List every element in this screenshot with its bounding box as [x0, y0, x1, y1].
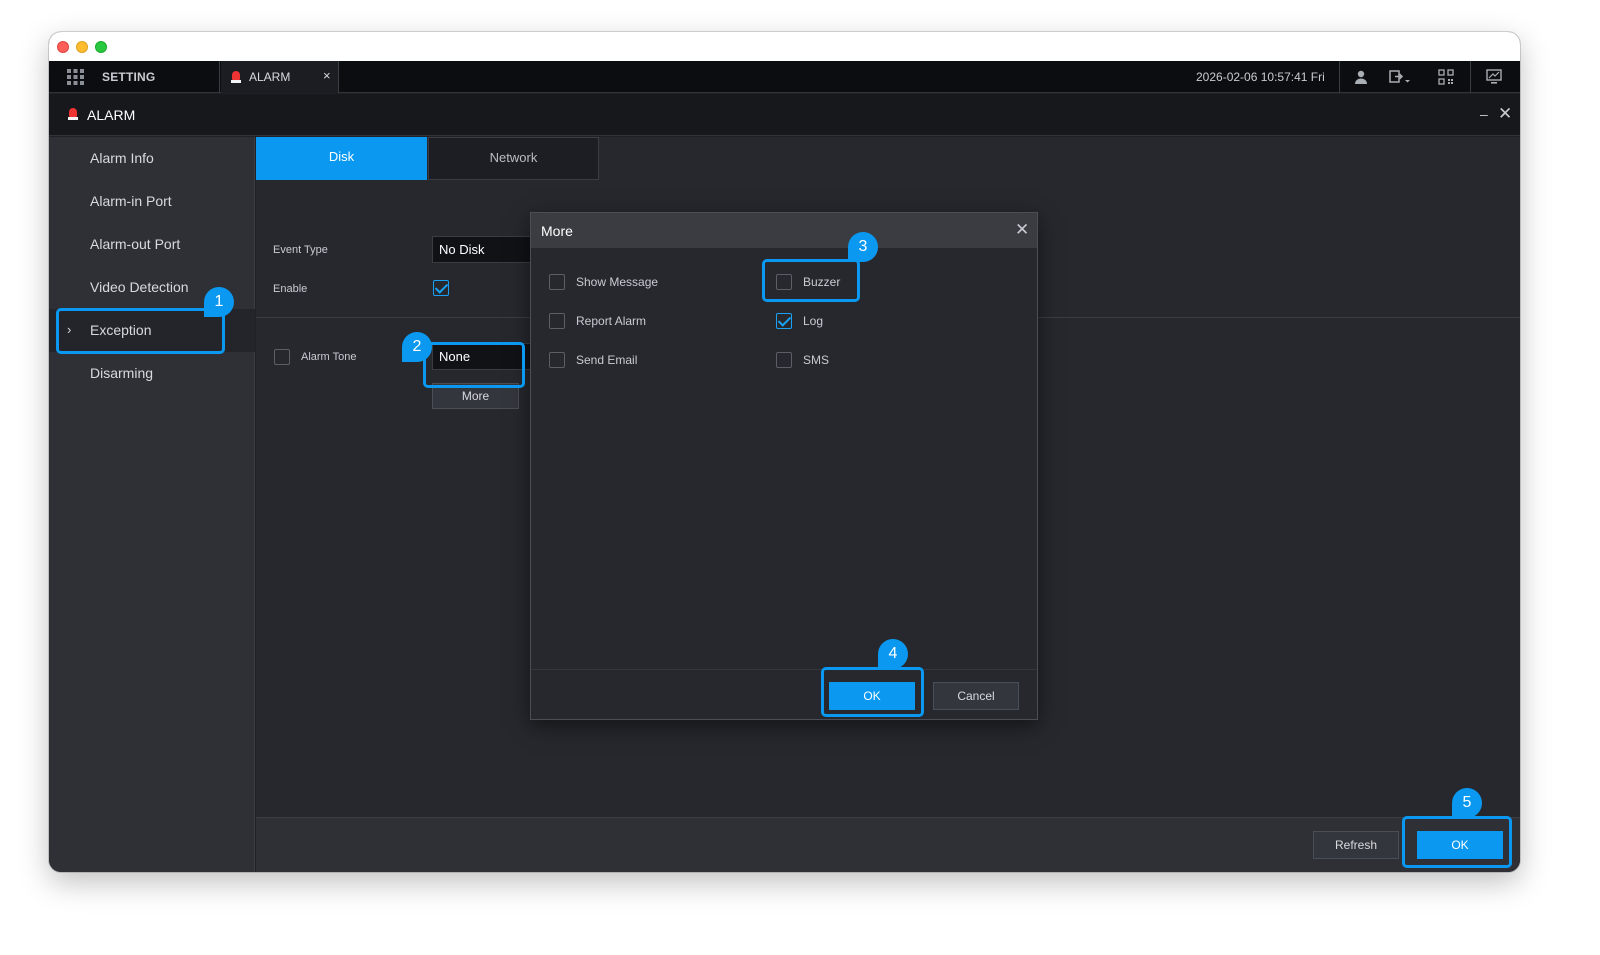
enable-checkbox[interactable] — [433, 280, 449, 296]
event-type-value: No Disk — [439, 242, 485, 257]
user-icon[interactable] — [1353, 69, 1369, 85]
divider — [1339, 61, 1340, 93]
callout-badge-3: 3 — [848, 232, 878, 262]
callout-badge-1: 1 — [204, 287, 234, 317]
highlight-dialog-ok — [821, 667, 924, 717]
close-panel-icon[interactable]: ✕ — [1498, 104, 1512, 124]
sidebar-item-label: Disarming — [90, 365, 154, 381]
alarm-siren-icon — [231, 71, 241, 83]
display-icon[interactable] — [1486, 69, 1502, 85]
sidebar-item-alarm-out-port[interactable]: Alarm-out Port — [49, 223, 255, 266]
sidebar-item-label: Alarm-in Port — [90, 193, 172, 209]
close-tab-icon[interactable]: × — [323, 68, 331, 83]
window-titlebar — [49, 32, 1520, 61]
tab-alarm[interactable]: ALARM × — [221, 61, 339, 93]
top-tab-bar: SETTING ALARM × 2026-02-06 10:57:41 Fri — [49, 61, 1520, 93]
alarm-siren-icon — [68, 108, 78, 120]
event-type-label: Event Type — [273, 244, 328, 256]
sidebar-item-disarming[interactable]: Disarming — [49, 352, 255, 395]
send-email-label: Send Email — [576, 353, 638, 367]
callout-badge-2: 2 — [402, 332, 432, 362]
sidebar-item-alarm-info[interactable]: Alarm Info — [49, 137, 255, 180]
tab-network[interactable]: Network — [428, 137, 599, 180]
highlight-more-button — [423, 342, 525, 388]
zoom-window-button[interactable] — [95, 41, 107, 53]
dialog-footer: OK Cancel — [531, 669, 1037, 720]
tab-setting[interactable]: SETTING — [49, 61, 220, 93]
sidebar-item-alarm-in-port[interactable]: Alarm-in Port — [49, 180, 255, 223]
enable-label: Enable — [273, 283, 308, 295]
tab-disk[interactable]: Disk — [256, 137, 427, 180]
footer-bar: Refresh OK — [256, 817, 1520, 872]
refresh-button[interactable]: Refresh — [1313, 831, 1399, 859]
sms-checkbox[interactable] — [776, 352, 792, 368]
close-dialog-icon[interactable]: ✕ — [1015, 220, 1029, 240]
highlight-footer-ok — [1402, 816, 1512, 868]
highlight-exception — [56, 308, 225, 354]
sms-label: SMS — [803, 353, 830, 367]
dialog-cancel-button[interactable]: Cancel — [933, 682, 1019, 710]
report-alarm-label: Report Alarm — [576, 314, 647, 328]
dialog-title: More — [541, 223, 573, 239]
panel-title: ALARM — [87, 107, 136, 123]
log-label: Log — [803, 314, 824, 328]
show-message-label: Show Message — [576, 275, 659, 289]
logout-icon[interactable] — [1389, 69, 1411, 85]
panel-header: ALARM – ✕ — [49, 94, 1520, 136]
minimize-panel-icon[interactable]: – — [1480, 106, 1488, 122]
callout-badge-4: 4 — [878, 639, 908, 669]
highlight-buzzer — [762, 259, 860, 302]
app-window: SETTING ALARM × 2026-02-06 10:57:41 Fri — [49, 32, 1520, 872]
alarm-tone-label: Alarm Tone — [301, 351, 357, 363]
sidebar-item-label: Video Detection — [90, 279, 189, 295]
sidebar: Alarm Info Alarm-in Port Alarm-out Port … — [49, 137, 255, 872]
minimize-window-button[interactable] — [76, 41, 88, 53]
close-window-button[interactable] — [57, 41, 69, 53]
sidebar-item-label: Alarm-out Port — [90, 236, 181, 252]
divider — [1470, 61, 1471, 93]
system-datetime: 2026-02-06 10:57:41 Fri — [1196, 70, 1325, 84]
qr-code-icon[interactable] — [1438, 69, 1454, 85]
tab-setting-label: SETTING — [102, 70, 156, 84]
dialog-header: More ✕ — [531, 213, 1037, 248]
grid-menu-icon — [67, 69, 84, 85]
send-email-checkbox[interactable] — [549, 352, 565, 368]
callout-badge-5: 5 — [1452, 788, 1482, 818]
show-message-checkbox[interactable] — [549, 274, 565, 290]
alarm-tone-checkbox[interactable] — [274, 349, 290, 365]
log-checkbox[interactable] — [776, 313, 792, 329]
sidebar-item-label: Alarm Info — [90, 150, 154, 166]
report-alarm-checkbox[interactable] — [549, 313, 565, 329]
tab-alarm-label: ALARM — [249, 70, 291, 84]
